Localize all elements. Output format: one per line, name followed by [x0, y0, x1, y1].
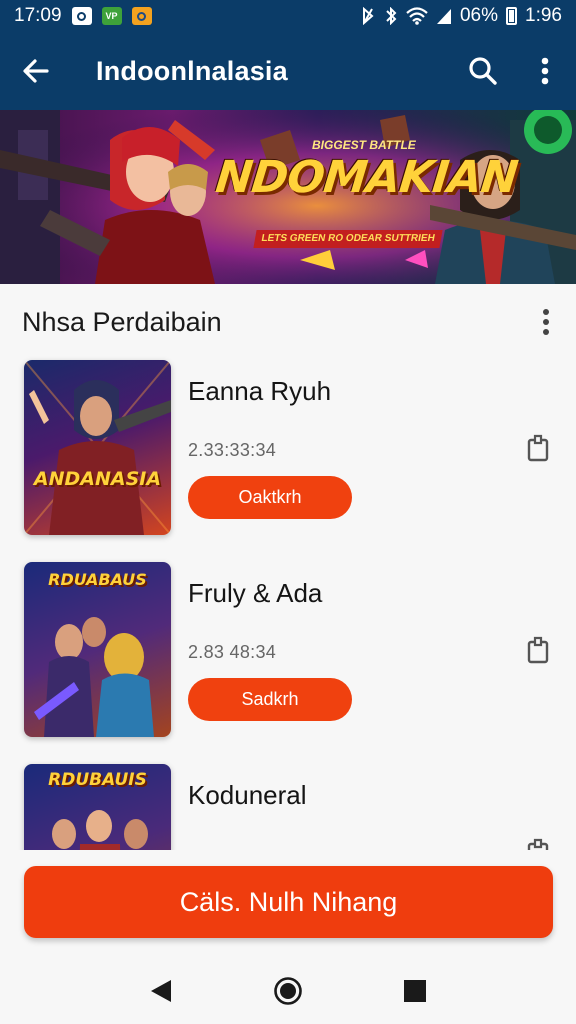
more-vert-icon [541, 57, 549, 85]
system-nav-bar [0, 958, 576, 1024]
nav-recents-icon [403, 980, 426, 1002]
status-time-right: 1:96 [525, 5, 562, 26]
nav-back-button[interactable] [131, 961, 191, 1021]
vibrate-icon [386, 7, 397, 25]
share-button[interactable] [522, 432, 554, 464]
game-thumbnail-title: RDUBAUIS [48, 770, 147, 790]
game-action-button[interactable]: Oaktkrh [188, 476, 352, 519]
share-icon [527, 636, 549, 664]
game-title: Eanna Ryuh [188, 376, 332, 406]
status-time: 17:09 [14, 5, 62, 26]
app-bar: Indoonlnalasia [0, 32, 576, 110]
nav-home-icon [274, 977, 302, 1005]
game-title: Koduneral [188, 780, 307, 810]
banner-top-text: BIGGEST BATTLE [312, 138, 416, 152]
primary-cta-button[interactable]: Cäls. Nulh Nihang [24, 866, 553, 938]
bottom-cta-area: Cäls. Nulh Nihang [0, 850, 576, 958]
list-item[interactable]: RDUBAUIS Koduneral [0, 764, 576, 850]
banner-tagline: LETS GREEN RO ODEAR SUTTRIEH [253, 230, 443, 248]
nav-back-icon [151, 980, 172, 1002]
back-button[interactable] [0, 32, 72, 110]
nav-home-button[interactable] [258, 961, 318, 1021]
search-button[interactable] [452, 32, 514, 110]
promo-banner[interactable]: BIGGEST BATTLE NDOMAKIAN LETS GREEN RO O… [0, 110, 576, 284]
notification-app-icon [71, 7, 92, 25]
battery-icon [506, 7, 518, 25]
section-more-button[interactable] [516, 292, 576, 352]
game-thumbnail: ANDANASIA [24, 360, 171, 535]
search-icon [469, 57, 497, 85]
section-title: Nhsa Perdaibain [22, 306, 222, 337]
game-thumbnail: RDUBAUIS [24, 764, 171, 850]
game-meta: 2.83 48:34 [188, 642, 277, 662]
arrow-left-icon [23, 59, 49, 83]
share-button[interactable] [522, 836, 554, 850]
mute-icon [362, 7, 374, 25]
game-thumbnail-title: RDUABAUS [48, 570, 147, 589]
nav-recents-button[interactable] [385, 961, 445, 1021]
share-button[interactable] [522, 634, 554, 666]
battery-percent: 06% [459, 5, 499, 26]
signal-icon [436, 9, 451, 24]
status-bar: 17:09 VP 06% 1:96 [0, 0, 576, 32]
game-thumbnail-title: ANDANASIA [33, 468, 162, 490]
list-item[interactable]: RDUABAUS Fruly & Ada 2.83 48:34 Sadkrh [0, 562, 576, 742]
overflow-menu-button[interactable] [514, 32, 576, 110]
section-header: Nhsa Perdaibain [0, 284, 576, 360]
banner-title: NDOMAKIAN [213, 152, 520, 203]
game-meta: 2.33:33:34 [188, 440, 277, 460]
notification-app-icon [131, 7, 152, 25]
share-icon [527, 434, 549, 462]
notification-app-icon: VP [101, 7, 122, 25]
list-item[interactable]: ANDANASIA Eanna Ryuh 2.33:33:34 Oaktkrh [0, 360, 576, 540]
game-list-section: Nhsa Perdaibain ANDANASIA Eanna Ryuh 2.3… [0, 284, 576, 850]
game-thumbnail: RDUABAUS [24, 562, 171, 737]
page-title: Indoonlnalasia [96, 55, 288, 86]
more-vert-icon [543, 309, 549, 335]
game-title: Fruly & Ada [188, 578, 323, 608]
game-action-button[interactable]: Sadkrh [188, 678, 352, 721]
wifi-icon [406, 7, 428, 25]
share-icon [527, 838, 549, 850]
